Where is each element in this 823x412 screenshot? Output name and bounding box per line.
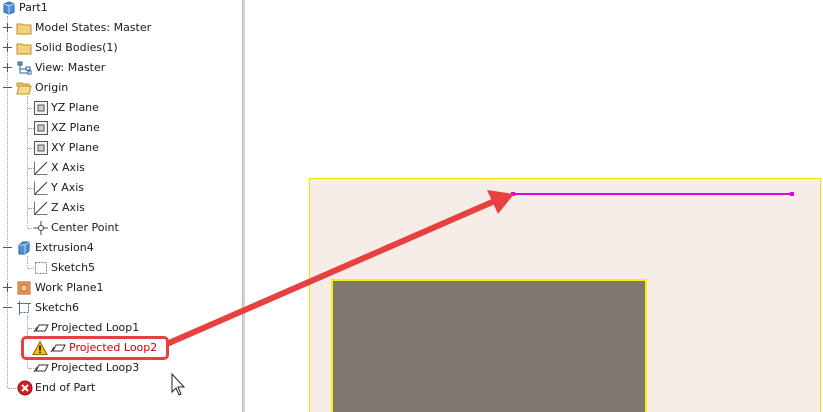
- tree-item-xy-plane[interactable]: XY Plane: [0, 138, 240, 158]
- tree-item-label: View: Master: [35, 61, 106, 74]
- tree-item-model-states[interactable]: Model States: Master: [0, 18, 240, 38]
- tree-item-label: YZ Plane: [51, 101, 99, 114]
- tree-item-center-point[interactable]: Center Point: [0, 218, 240, 238]
- tree-item-part1[interactable]: Part1: [0, 0, 240, 18]
- tree-item-label: Origin: [35, 81, 69, 94]
- sketch-icon: [17, 301, 31, 315]
- tree-item-label: Solid Bodies(1): [35, 41, 118, 54]
- view-icon: [17, 61, 32, 75]
- tree-item-y-axis[interactable]: Y Axis: [0, 178, 240, 198]
- model-browser-tree[interactable]: Part1 Model States: Master Solid Bodies(…: [0, 0, 242, 412]
- projected-loop-icon: [50, 344, 66, 353]
- tree-item-end-of-part[interactable]: End of Part: [0, 378, 240, 398]
- extruded-solid-face[interactable]: [331, 279, 647, 412]
- tree-item-label: Center Point: [51, 221, 119, 234]
- axis-icon: [34, 161, 48, 175]
- axis-icon: [34, 201, 48, 215]
- tree-item-projected-loop2[interactable]: Projected Loop2: [0, 338, 240, 358]
- center-point-icon: [34, 221, 48, 235]
- sketch-icon: [35, 262, 47, 274]
- tree-item-label: Projected Loop2: [69, 341, 158, 354]
- tree-item-yz-plane[interactable]: YZ Plane: [0, 98, 240, 118]
- projected-loop-icon: [33, 324, 49, 333]
- axis-icon: [34, 181, 48, 195]
- tree-item-sketch6[interactable]: Sketch6: [0, 298, 240, 318]
- folder-icon: [16, 23, 32, 35]
- tree-item-label: Sketch6: [35, 301, 80, 314]
- tree-item-label: Projected Loop1: [51, 321, 140, 334]
- tree-item-label: Work Plane1: [35, 281, 104, 294]
- folder-icon: [16, 43, 32, 55]
- tree-item-z-axis[interactable]: Z Axis: [0, 198, 240, 218]
- tree-item-label: Y Axis: [51, 181, 85, 194]
- error-icon: [17, 380, 33, 396]
- tree-item-label: Z Axis: [51, 201, 85, 214]
- tree-item-work-plane1[interactable]: Work Plane1: [0, 278, 240, 298]
- tree-item-label: Sketch5: [51, 261, 96, 274]
- tree-item-view-master[interactable]: View: Master: [0, 58, 240, 78]
- work-plane-icon: [17, 281, 31, 295]
- part-icon: [3, 1, 15, 15]
- tree-item-projected-loop3[interactable]: Projected Loop3: [0, 358, 240, 378]
- tree-item-origin[interactable]: Origin: [0, 78, 240, 98]
- tree-item-label: Model States: Master: [35, 21, 152, 34]
- tree-item-extrusion4[interactable]: Extrusion4: [0, 238, 240, 258]
- tree-item-label: Part1: [19, 1, 48, 14]
- tree-item-solid-bodies[interactable]: Solid Bodies(1): [0, 38, 240, 58]
- tree-item-x-axis[interactable]: X Axis: [0, 158, 240, 178]
- plane-icon: [34, 141, 48, 155]
- plane-icon: [34, 121, 48, 135]
- warning-icon: [32, 340, 48, 355]
- projected-loop-icon: [33, 364, 49, 373]
- tree-item-label: Projected Loop3: [51, 361, 140, 374]
- tree-item-label: End of Part: [35, 381, 96, 394]
- folder-open-icon: [16, 82, 32, 95]
- graphics-viewport[interactable]: [245, 0, 823, 412]
- tree-item-label: X Axis: [51, 161, 85, 174]
- tree-item-projected-loop1[interactable]: Projected Loop1: [0, 318, 240, 338]
- tree-item-label: XZ Plane: [51, 121, 100, 134]
- plane-icon: [34, 101, 48, 115]
- tree-item-xz-plane[interactable]: XZ Plane: [0, 118, 240, 138]
- tree-item-label: Extrusion4: [35, 241, 94, 254]
- extrusion-icon: [18, 241, 30, 255]
- tree-item-label: XY Plane: [51, 141, 99, 154]
- tree-item-sketch5[interactable]: Sketch5: [0, 258, 240, 278]
